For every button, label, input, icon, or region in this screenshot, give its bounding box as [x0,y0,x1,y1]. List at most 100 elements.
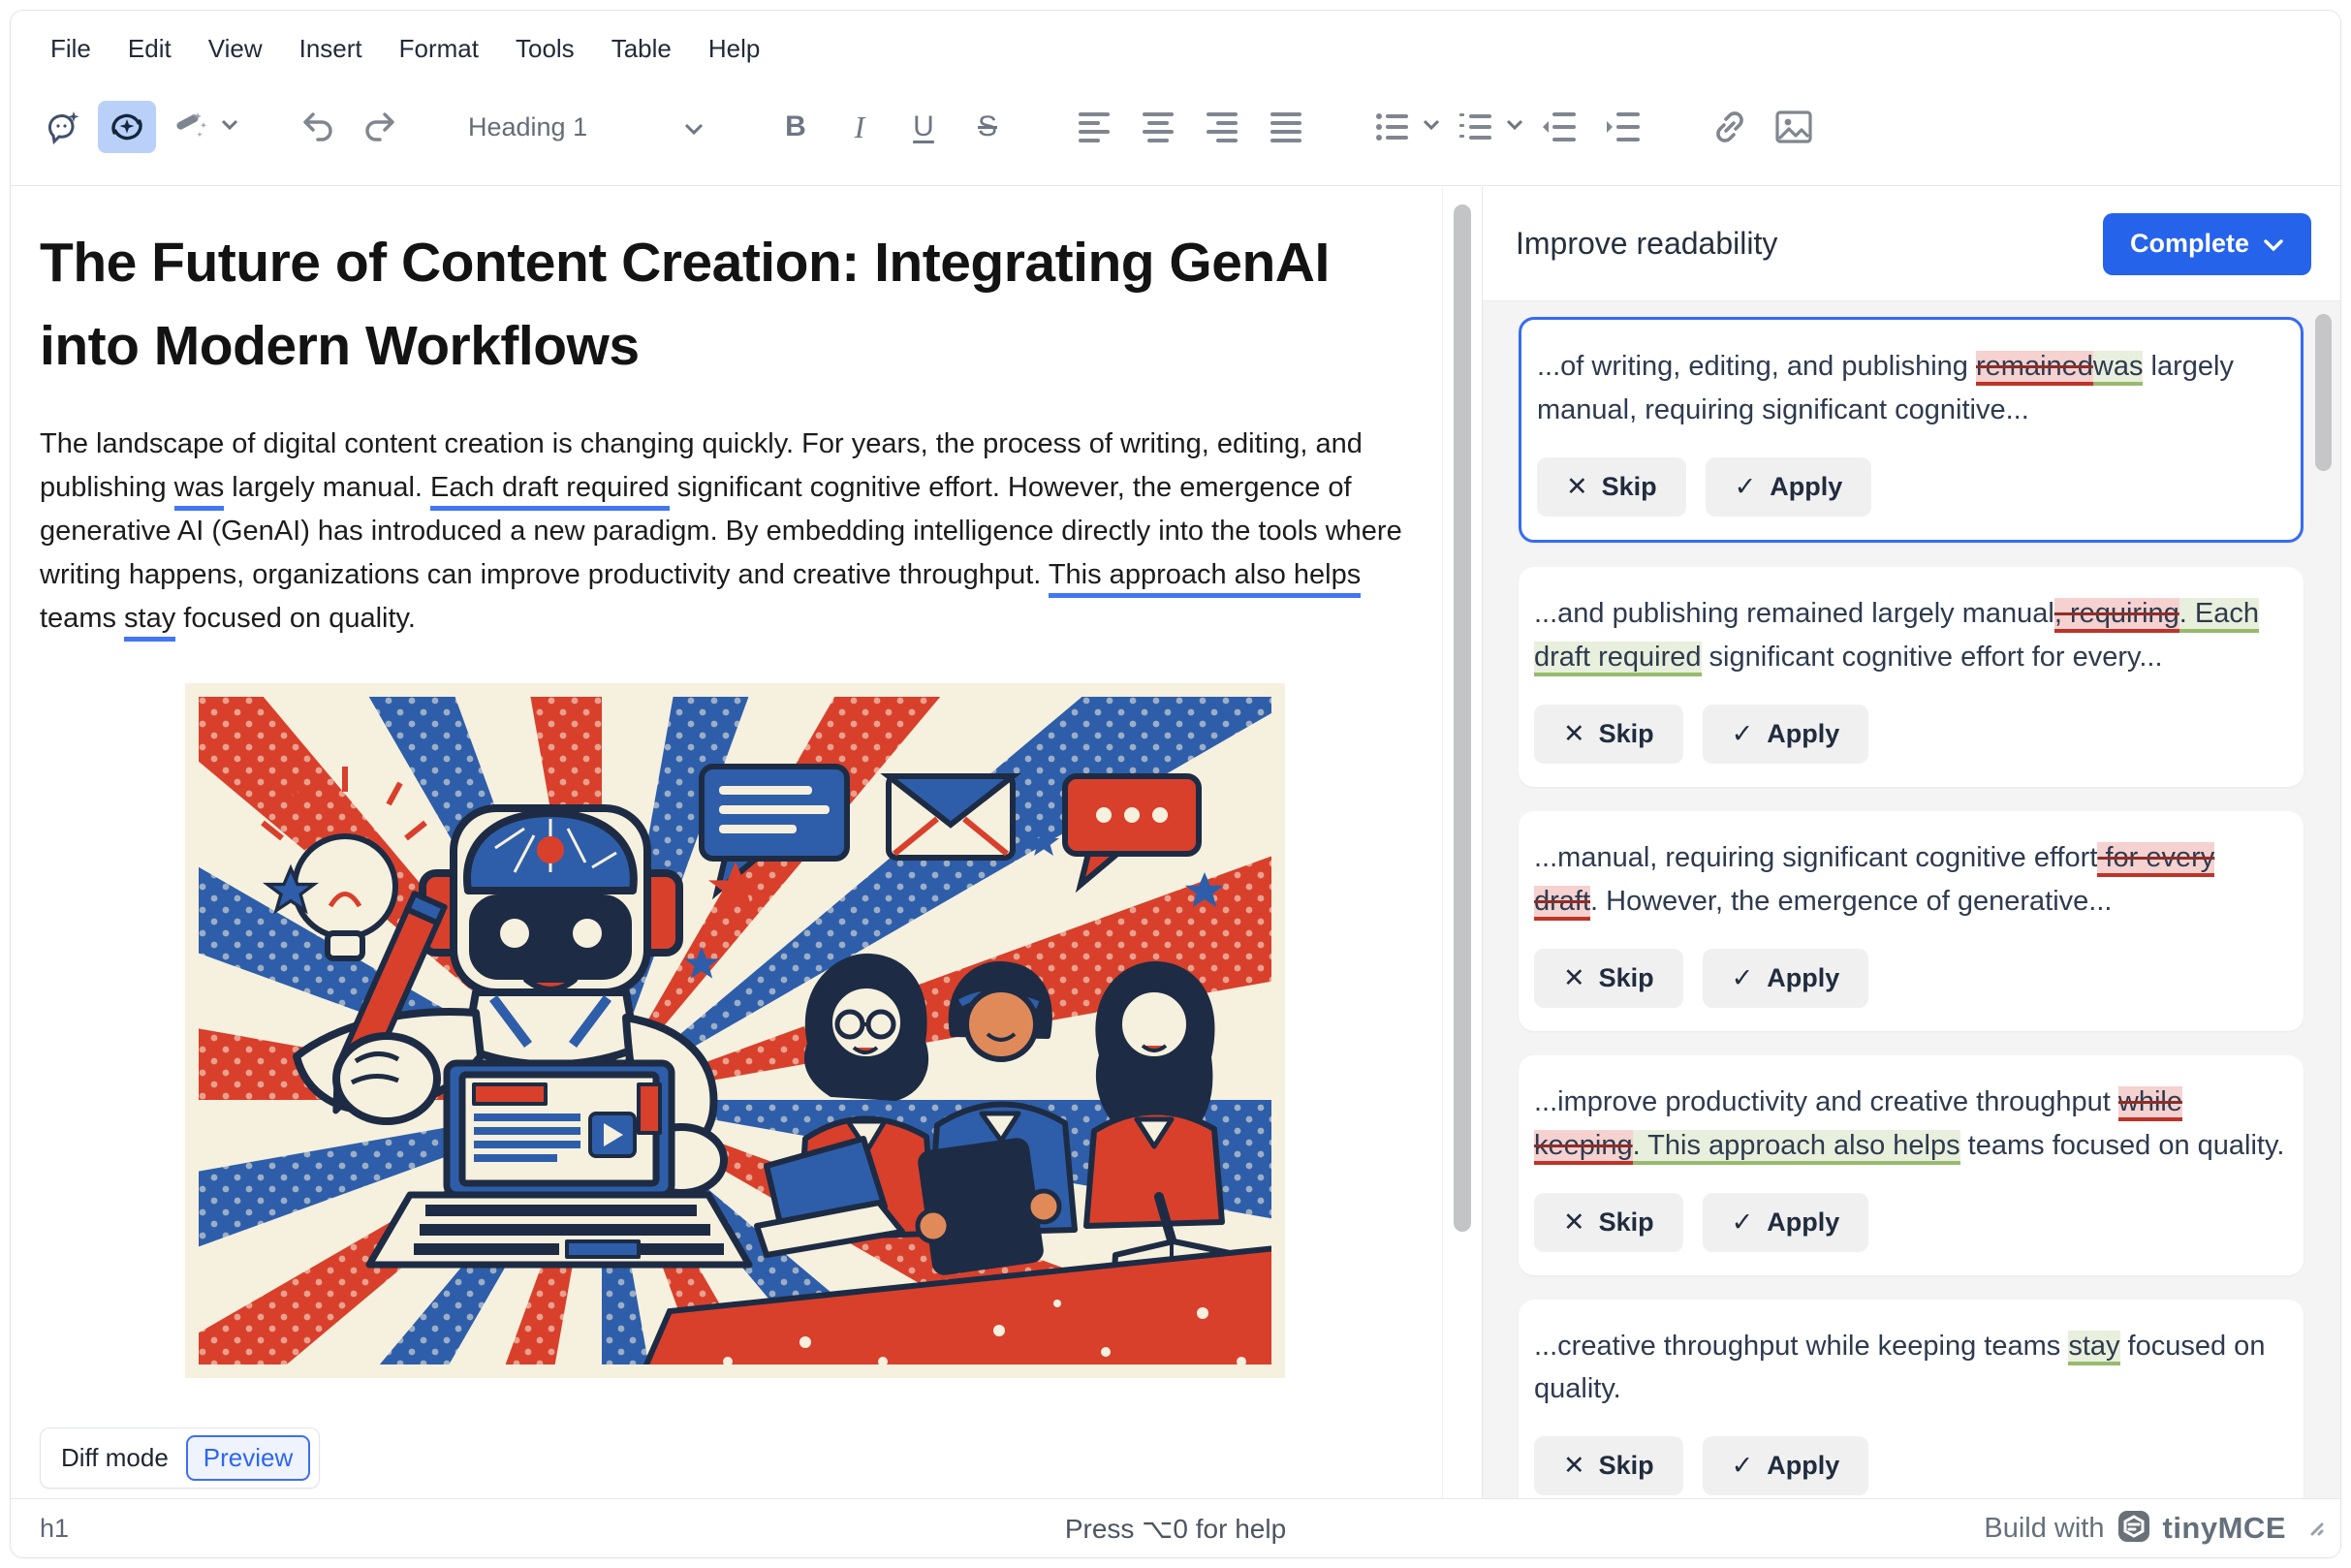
bullet-list-icon [1375,110,1410,143]
diff-insertion: stay [2068,1331,2119,1365]
menubar-item-table[interactable]: Table [593,28,690,70]
menubar-item-help[interactable]: Help [690,28,778,70]
branding-name: tinyMCE [2163,1511,2287,1546]
branding[interactable]: Build with tinyMCE [1984,1509,2325,1549]
undo-icon [298,110,335,144]
paragraph-text: teams [40,603,124,634]
check-icon: ✓ [1732,1451,1754,1481]
align-left-icon [1077,110,1112,143]
skip-button[interactable]: ✕Skip [1534,1436,1683,1495]
preview-button[interactable]: Preview [186,1435,310,1481]
suggestion-card[interactable]: ...and publishing remained largely manua… [1519,567,2304,787]
menubar-item-tools[interactable]: Tools [497,28,593,70]
suggestion-card[interactable]: ...manual, requiring significant cogniti… [1519,811,2304,1031]
content-illustration[interactable] [185,683,1285,1378]
complete-button[interactable]: Complete [2103,213,2311,275]
suggestion-text: ...creative throughput while keeping tea… [1534,1325,2286,1412]
apply-button[interactable]: ✓ Apply [1703,1436,1869,1495]
italic-button[interactable]: I [831,101,889,153]
menubar-item-insert[interactable]: Insert [281,28,381,70]
image-button[interactable] [1765,101,1823,153]
editor-scrollbar-thumb[interactable] [1454,204,1471,1232]
align-left-button[interactable] [1065,101,1123,153]
chevron-down-icon [683,112,705,142]
justify-button[interactable] [1257,101,1315,153]
skip-button[interactable]: ✕ Skip [1534,705,1683,764]
underline-button[interactable]: U [894,101,953,153]
apply-button[interactable]: ✓ Apply [1703,949,1869,1008]
format-select[interactable]: Heading 1 [458,101,718,153]
editor-content-area[interactable]: The Future of Content Creation: Integrat… [11,187,1442,1498]
apply-button[interactable]: ✓Apply [1706,457,1872,517]
skip-button[interactable]: ✕Skip [1537,457,1686,517]
outdent-button[interactable] [1530,101,1588,153]
numbered-list-button[interactable] [1447,101,1505,153]
diff-context: ...and publishing remained largely manua… [1534,598,2054,629]
suggestion-card[interactable]: ...creative throughput while keeping tea… [1519,1300,2304,1499]
italic-icon: I [855,110,865,145]
diff-insertion: . This approach also helps [1633,1130,1960,1165]
justify-icon [1269,110,1303,143]
menubar-item-view[interactable]: View [190,28,281,70]
skip-label: Skip [1599,719,1654,749]
complete-button-label: Complete [2130,229,2249,259]
menubar-item-file[interactable]: File [32,28,110,70]
skip-label: Skip [1599,963,1654,993]
diff-context: teams focused on quality. [1960,1130,2285,1161]
inserted-text: This approach also helps [1049,559,1361,598]
suggestion-card[interactable]: ...of writing, editing, and publishing r… [1519,317,2304,543]
close-icon: ✕ [1563,719,1585,749]
skip-button[interactable]: ✕Skip [1534,1193,1683,1252]
align-center-button[interactable] [1129,101,1187,153]
menubar: File Edit View Insert Format Tools Table… [11,11,2340,73]
align-right-button[interactable] [1193,101,1251,153]
sidebar-scrollbar-thumb[interactable] [2315,314,2332,471]
diff-context: . However, the emergence of generative..… [1590,886,2112,917]
card-actions: ✕ Skip ✓ Apply [1534,949,2286,1008]
chevron-down-icon[interactable] [1422,118,1441,137]
chevron-down-icon[interactable] [1505,118,1524,137]
undo-button[interactable] [288,101,346,153]
inserted-text: Each draft required [430,472,670,511]
skip-button[interactable]: ✕ Skip [1534,949,1683,1008]
bullet-list-button[interactable] [1364,101,1422,153]
diff-context: significant cognitive effort for every..… [1702,642,2163,673]
bold-icon: B [785,110,806,143]
apply-button[interactable]: ✓Apply [1703,1193,1869,1252]
ai-review-icon [108,108,146,146]
document-paragraph[interactable]: The landscape of digital content creatio… [40,423,1427,641]
redo-icon [362,110,399,144]
redo-button[interactable] [352,101,410,153]
diff-mode-button[interactable]: Diff mode [49,1435,180,1481]
align-right-icon [1205,110,1239,143]
sidebar-header: Improve readability Complete [1483,187,2340,301]
diff-context: ...manual, requiring significant cogniti… [1534,842,2097,873]
resize-handle-icon[interactable] [2304,1516,2325,1542]
ai-review-button[interactable] [98,101,156,153]
apply-button[interactable]: ✓Apply [1703,705,1869,764]
apply-label: Apply [1767,963,1839,993]
diff-insertion: was [2093,351,2144,386]
image-icon [1774,110,1813,144]
apply-label: Apply [1767,719,1839,749]
suggestion-list: ...of writing, editing, and publishing r… [1483,302,2340,1498]
bold-button[interactable]: B [767,101,825,153]
apply-label: Apply [1767,1451,1839,1481]
ai-shortcuts-button[interactable] [162,101,220,153]
strikethrough-button[interactable]: S [958,101,1017,153]
document-heading[interactable]: The Future of Content Creation: Integrat… [40,222,1426,388]
editor-scrollbar[interactable] [1442,187,1482,1498]
ai-assistant-button[interactable] [34,101,92,153]
link-button[interactable] [1701,101,1759,153]
check-icon: ✓ [1732,963,1754,993]
diff-context: ...improve productivity and creative thr… [1534,1086,2118,1117]
menubar-item-format[interactable]: Format [381,28,497,70]
menubar-item-edit[interactable]: Edit [110,28,190,70]
check-icon: ✓ [1735,472,1757,502]
suggestion-card[interactable]: ...improve productivity and creative thr… [1519,1055,2304,1275]
indent-button[interactable] [1594,101,1652,153]
chevron-down-icon[interactable] [220,118,239,137]
branding-prefix: Build with [1984,1513,2104,1545]
close-icon: ✕ [1563,963,1585,993]
close-icon: ✕ [1566,472,1588,502]
